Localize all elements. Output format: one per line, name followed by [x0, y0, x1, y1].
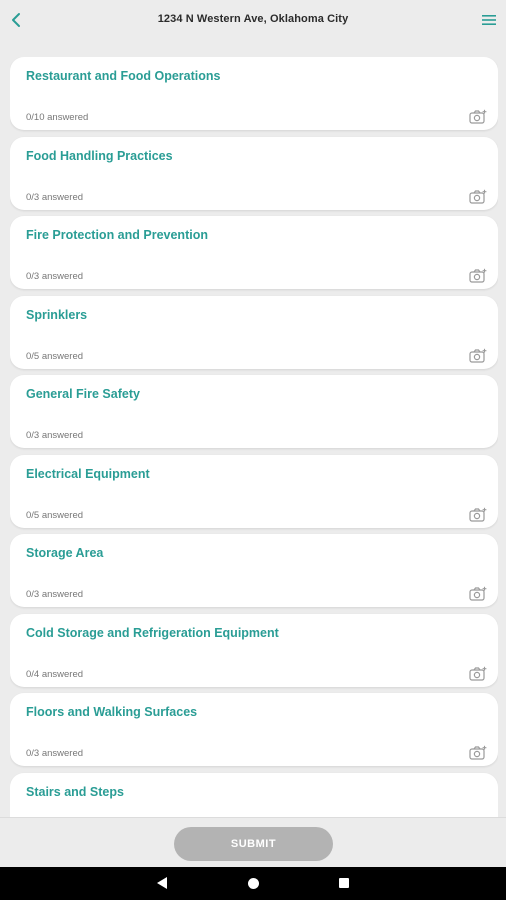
answered-count: 0/5 answered: [26, 509, 84, 521]
nav-back-icon[interactable]: [157, 877, 167, 889]
hamburger-menu-icon: [482, 15, 496, 25]
add-photo-icon[interactable]: [469, 268, 487, 284]
nav-home-icon[interactable]: [248, 878, 259, 889]
app-bar: 1234 N Western Ave, Oklahoma City: [0, 0, 506, 42]
section-card[interactable]: Floors and Walking Surfaces 0/3 answered: [10, 693, 498, 766]
section-title: Stairs and Steps: [26, 784, 124, 799]
add-photo-icon[interactable]: [469, 348, 487, 364]
section-title: Food Handling Practices: [26, 148, 173, 163]
section-card[interactable]: General Fire Safety 0/3 answered: [10, 375, 498, 448]
section-title: Storage Area: [26, 546, 104, 560]
answered-count: 0/3 answered: [26, 748, 84, 759]
add-photo-icon[interactable]: [469, 109, 487, 125]
add-photo-icon[interactable]: [469, 666, 487, 682]
section-card[interactable]: Restaurant and Food Operations 0/10 answe…: [10, 57, 498, 130]
answered-count: 0/5 answered: [26, 350, 84, 362]
section-title: Restaurant and Food Operations: [26, 69, 221, 83]
section-title: Fire Protection and Prevention: [26, 228, 208, 242]
system-nav-bar: [0, 867, 506, 900]
page-title: 1234 N Western Ave, Oklahoma City: [157, 13, 349, 25]
section-title: Sprinklers: [26, 307, 88, 322]
answered-count: 0/3 answered: [26, 589, 84, 600]
nav-recent-apps-icon[interactable]: [339, 878, 349, 888]
answered-count: 0/3 answered: [26, 430, 84, 441]
section-card[interactable]: Storage Area 0/3 answered: [10, 534, 498, 607]
add-photo-icon[interactable]: [469, 745, 487, 761]
add-photo-icon[interactable]: [469, 189, 487, 205]
answered-count: 0/4 answered: [26, 668, 84, 680]
section-card[interactable]: Sprinklers 0/5 answered: [10, 295, 498, 369]
section-card[interactable]: Stairs and Steps: [10, 772, 498, 817]
add-photo-icon[interactable]: [469, 586, 487, 602]
submit-button[interactable]: SUBMIT: [174, 827, 333, 861]
section-card[interactable]: Cold Storage and Refrigeration Equipment…: [10, 613, 498, 687]
section-card[interactable]: Food Handling Practices 0/3 answered: [10, 136, 498, 210]
section-card[interactable]: Fire Protection and Prevention 0/3 answer…: [10, 216, 498, 289]
section-title: Electrical Equipment: [26, 466, 150, 481]
add-photo-icon[interactable]: [469, 507, 487, 523]
bottom-bar: SUBMIT: [0, 817, 506, 868]
answered-count: 0/10 answered: [26, 112, 89, 123]
section-card[interactable]: Electrical Equipment 0/5 answered: [10, 454, 498, 528]
answered-count: 0/3 answered: [26, 191, 84, 203]
answered-count: 0/3 answered: [26, 271, 84, 282]
section-title: Cold Storage and Refrigeration Equipment: [26, 625, 279, 640]
section-title: Floors and Walking Surfaces: [26, 705, 198, 719]
section-title: General Fire Safety: [26, 387, 140, 401]
menu-button[interactable]: [478, 9, 500, 31]
screen: 1234 N Western Ave, Oklahoma City Restau…: [0, 0, 506, 900]
section-list[interactable]: Restaurant and Food Operations 0/10 answe…: [10, 57, 498, 817]
